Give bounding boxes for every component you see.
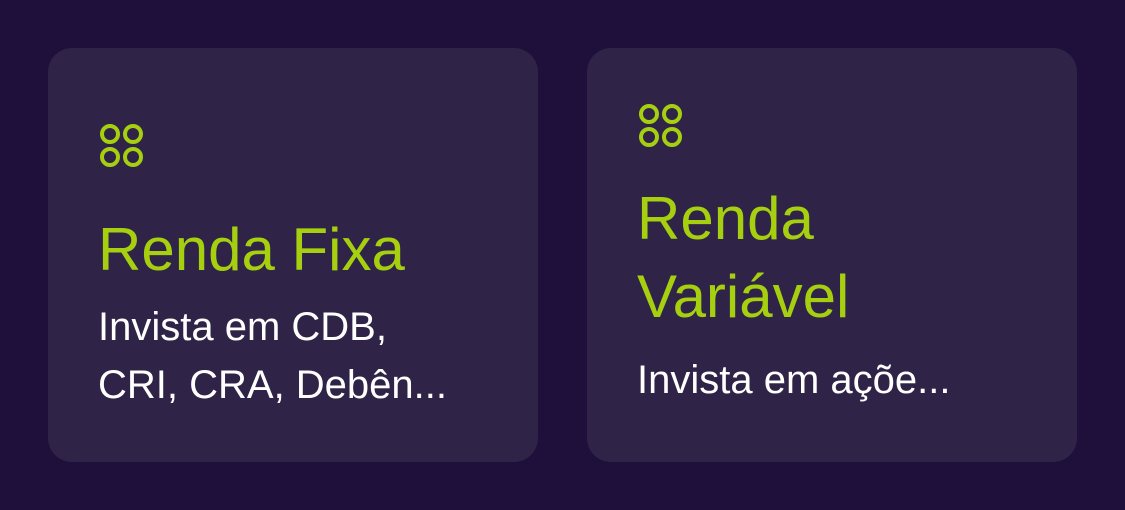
card-title: Renda Variável bbox=[637, 180, 1037, 336]
card-description-line: Invista em CDB, bbox=[98, 305, 387, 349]
card-title: Renda Fixa bbox=[98, 216, 405, 283]
investment-card-renda-fixa[interactable]: Renda Fixa Invista em CDB, CRI, CRA, Deb… bbox=[48, 48, 538, 462]
card-title-line: Renda bbox=[637, 185, 814, 252]
investment-card-renda-variavel[interactable]: Renda Variável Invista em açõe... bbox=[587, 48, 1077, 462]
card-description: Invista em açõe... bbox=[637, 358, 951, 402]
card-description-line: CRI, CRA, Debên... bbox=[98, 363, 448, 407]
grid-circles-icon bbox=[637, 102, 693, 152]
card-description: Invista em CDB, CRI, CRA, Debên... bbox=[98, 298, 488, 414]
grid-circles-icon bbox=[98, 122, 154, 172]
card-title-line: Variável bbox=[637, 263, 850, 330]
